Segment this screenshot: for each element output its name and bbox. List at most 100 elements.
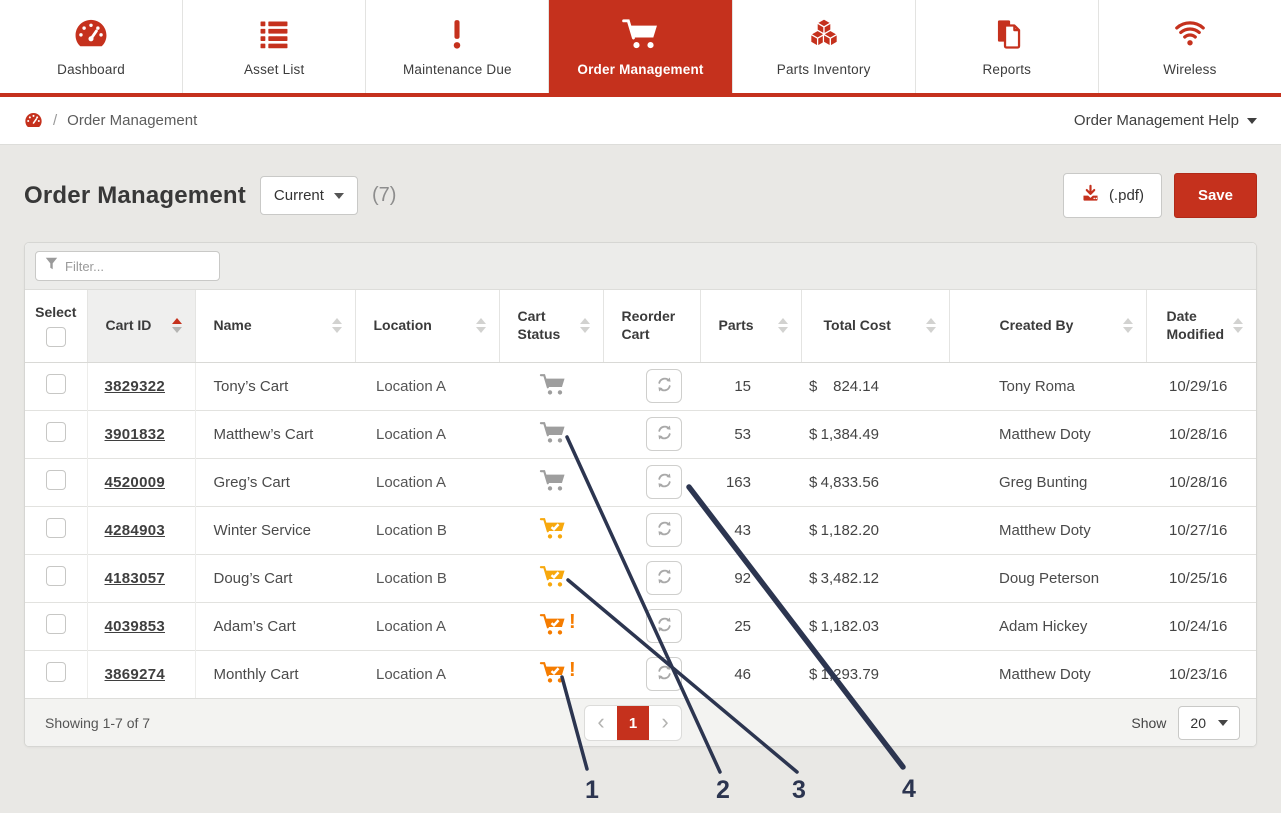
next-page-button[interactable]: › (649, 706, 681, 740)
row-checkbox[interactable] (46, 614, 66, 634)
tab-parts-inventory[interactable]: Parts Inventory (733, 0, 916, 93)
sort-desc-icon (580, 327, 590, 333)
tab-label: Maintenance Due (403, 62, 512, 77)
cart-name: Adam’s Cart (214, 618, 296, 635)
column-label: Name (214, 317, 252, 335)
total-cost-value: 1,384.49 (821, 426, 879, 443)
column-header-name[interactable]: Name (195, 290, 355, 362)
column-header-date-modified[interactable]: Date Modified (1146, 290, 1256, 362)
result-count: (7) (372, 184, 396, 207)
cart-id-link[interactable]: 4284903 (105, 522, 166, 539)
cart-name: Winter Service (214, 522, 312, 539)
callout-label-3: 3 (792, 776, 806, 804)
currency-symbol: $ (809, 522, 817, 539)
column-label: Created By (1000, 317, 1074, 335)
created-by: Adam Hickey (999, 618, 1087, 635)
reorder-cart-button[interactable] (646, 417, 682, 451)
row-checkbox[interactable] (46, 374, 66, 394)
column-label: Date Modified (1167, 308, 1228, 343)
reorder-cart-button[interactable] (646, 657, 682, 691)
row-checkbox[interactable] (46, 470, 66, 490)
reorder-cart-button[interactable] (646, 465, 682, 499)
sort-asc-icon (580, 318, 590, 324)
parts-count: 46 (734, 666, 751, 683)
parts-count: 53 (734, 426, 751, 443)
select-all-checkbox[interactable] (46, 327, 66, 347)
column-header-location[interactable]: Location (355, 290, 499, 362)
created-by: Matthew Doty (999, 666, 1091, 683)
date-modified: 10/24/16 (1169, 618, 1227, 635)
row-checkbox[interactable] (46, 566, 66, 586)
column-label: Parts (719, 317, 754, 335)
breadcrumb-home-gauge-icon[interactable] (24, 111, 43, 130)
cart-id-link[interactable]: 3829322 (105, 378, 166, 395)
chevron-down-icon (1218, 720, 1228, 726)
reorder-cart-button[interactable] (646, 513, 682, 547)
date-modified: 10/28/16 (1169, 474, 1227, 491)
sort-asc-icon (1123, 318, 1133, 324)
refresh-icon (655, 375, 674, 397)
filter-box[interactable] (35, 251, 220, 281)
cart-id-link[interactable]: 4520009 (105, 474, 166, 491)
column-header-total-cost[interactable]: Total Cost (801, 290, 949, 362)
column-label: Reorder Cart (622, 308, 687, 343)
sort-toggle[interactable] (926, 318, 936, 333)
refresh-icon (655, 471, 674, 493)
page-size-dropdown[interactable]: 20 (1178, 706, 1240, 740)
column-label: Cart Status (518, 308, 574, 343)
row-checkbox[interactable] (46, 422, 66, 442)
sort-toggle[interactable] (580, 318, 590, 333)
tab-order-management[interactable]: Order Management (549, 0, 732, 93)
cart-location: Location A (376, 666, 446, 683)
filter-input[interactable] (65, 259, 210, 274)
sort-asc-icon (1233, 318, 1243, 324)
sort-toggle[interactable] (1233, 318, 1243, 333)
currency-symbol: $ (809, 426, 817, 443)
reorder-cart-button[interactable] (646, 609, 682, 643)
sort-toggle[interactable] (476, 318, 486, 333)
top-navigation: Dashboard Asset List Maintenance Due (0, 0, 1281, 97)
chevron-down-icon (334, 193, 344, 199)
sort-toggle[interactable] (172, 318, 182, 333)
help-dropdown[interactable]: Order Management Help (1074, 112, 1257, 129)
cart-id-link[interactable]: 3869274 (105, 666, 166, 683)
save-button[interactable]: Save (1174, 173, 1257, 218)
column-header-parts[interactable]: Parts (700, 290, 801, 362)
refresh-icon (655, 663, 674, 685)
table-header-row: Select Cart ID Name (25, 290, 1256, 362)
download-icon (1081, 184, 1100, 207)
tab-asset-list[interactable]: Asset List (183, 0, 366, 93)
sort-toggle[interactable] (778, 318, 788, 333)
view-filter-dropdown[interactable]: Current (260, 176, 358, 215)
page-title: Order Management (24, 182, 246, 210)
cart-id-link[interactable]: 4183057 (105, 570, 166, 587)
column-header-cart-status[interactable]: Cart Status (499, 290, 603, 362)
refresh-icon (655, 519, 674, 541)
row-checkbox[interactable] (46, 662, 66, 682)
sort-desc-icon (172, 327, 182, 333)
column-header-cart-id[interactable]: Cart ID (87, 290, 195, 362)
tab-wireless[interactable]: Wireless (1099, 0, 1281, 93)
reorder-cart-button[interactable] (646, 369, 682, 403)
total-cost-value: 1,293.79 (821, 666, 879, 683)
tab-reports[interactable]: Reports (916, 0, 1099, 93)
sort-toggle[interactable] (1123, 318, 1133, 333)
cart-id-link[interactable]: 4039853 (105, 618, 166, 635)
cart-name: Tony’s Cart (214, 378, 289, 395)
created-by: Greg Bunting (999, 474, 1087, 491)
cart-id-link[interactable]: 3901832 (105, 426, 166, 443)
sort-toggle[interactable] (332, 318, 342, 333)
column-header-created-by[interactable]: Created By (949, 290, 1146, 362)
current-page-button[interactable]: 1 (617, 706, 649, 740)
cart-icon (621, 16, 659, 52)
column-label: Location (374, 317, 432, 335)
export-pdf-button[interactable]: (.pdf) (1063, 173, 1162, 218)
reorder-cart-button[interactable] (646, 561, 682, 595)
parts-count: 25 (734, 618, 751, 635)
tab-dashboard[interactable]: Dashboard (0, 0, 183, 93)
currency-symbol: $ (809, 474, 817, 491)
refresh-icon (655, 615, 674, 637)
tab-maintenance-due[interactable]: Maintenance Due (366, 0, 549, 93)
prev-page-button[interactable]: ‹ (585, 706, 617, 740)
row-checkbox[interactable] (46, 518, 66, 538)
